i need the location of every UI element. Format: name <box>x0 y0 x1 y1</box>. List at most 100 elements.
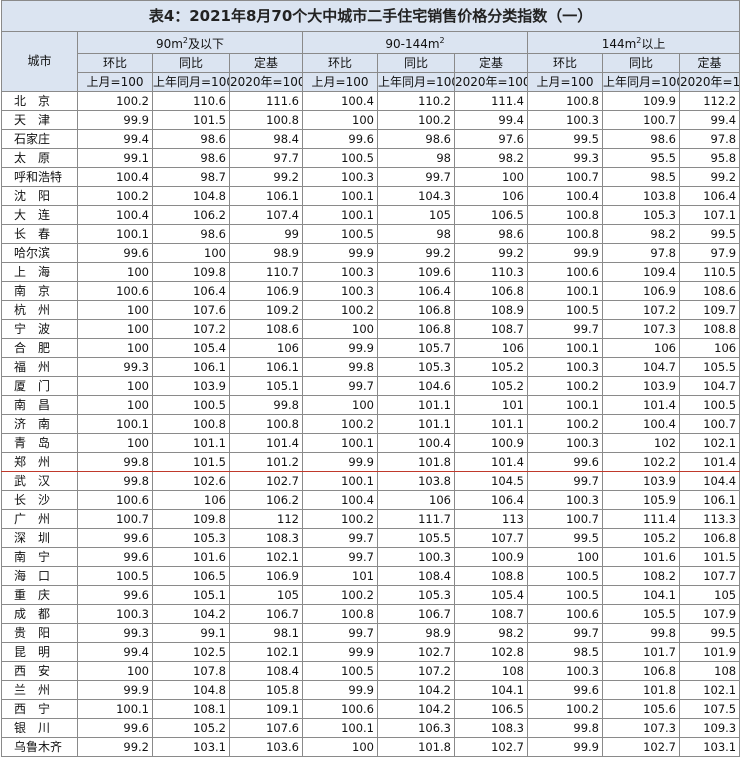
base-last-month: 上月=100 <box>527 72 603 92</box>
sub-header-fixed-base: 定基 <box>229 53 303 73</box>
index-value-cell: 102.1 <box>678 680 740 700</box>
index-value-cell: 101.1 <box>377 414 455 434</box>
index-value-cell: 105.3 <box>602 205 680 225</box>
city-cell: 太 原 <box>1 148 78 168</box>
base-last-month: 上月=100 <box>302 72 378 92</box>
base-year-2020: 2020年=100 <box>229 72 303 92</box>
index-value-cell: 98.9 <box>229 243 303 263</box>
index-value-cell: 101.8 <box>377 452 455 472</box>
index-value-cell: 99.6 <box>77 585 153 605</box>
index-value-cell: 101.4 <box>454 452 528 472</box>
table-row: 深 圳 99.6 105.3 108.3 99.7 105.5 107.7 99.5 105.2… <box>1 528 740 548</box>
index-value-cell: 101.6 <box>152 547 230 567</box>
index-value-cell: 105.5 <box>602 604 680 624</box>
index-value-cell: 105 <box>678 585 740 605</box>
index-value-cell: 99.8 <box>302 357 378 377</box>
index-value-cell: 109.3 <box>678 718 740 738</box>
index-value-cell: 100.2 <box>527 414 603 434</box>
index-value-cell: 100.5 <box>527 566 603 586</box>
index-value-cell: 107.3 <box>602 319 680 339</box>
index-value-cell: 109.9 <box>602 91 680 111</box>
index-value-cell: 100.5 <box>527 300 603 320</box>
index-value-cell: 107.4 <box>229 205 303 225</box>
city-cell: 武 汉 <box>1 471 78 491</box>
index-value-cell: 107.6 <box>152 300 230 320</box>
index-value-cell: 103.1 <box>678 737 740 757</box>
index-value-cell: 106.1 <box>229 186 303 206</box>
index-value-cell: 100.1 <box>527 395 603 415</box>
index-value-cell: 106.3 <box>377 718 455 738</box>
index-value-cell: 104.2 <box>377 699 455 719</box>
city-cell: 天 津 <box>1 110 78 130</box>
index-value-cell: 104.7 <box>602 357 680 377</box>
index-value-cell: 106 <box>454 338 528 358</box>
index-value-cell: 110.3 <box>454 262 528 282</box>
index-value-cell: 107.2 <box>152 319 230 339</box>
index-value-cell: 99.9 <box>527 737 603 757</box>
index-value-cell: 100 <box>302 319 378 339</box>
index-value-cell: 99.8 <box>602 623 680 643</box>
sub-header-fixed-base: 定基 <box>454 53 528 73</box>
index-value-cell: 99.8 <box>77 452 153 472</box>
index-value-cell: 102 <box>602 433 680 453</box>
city-cell: 乌鲁木齐 <box>1 737 78 757</box>
index-value-cell: 101.9 <box>678 642 740 662</box>
index-value-cell: 106.1 <box>678 490 740 510</box>
index-value-cell: 106 <box>377 490 455 510</box>
index-value-cell: 106.8 <box>602 661 680 681</box>
index-value-cell: 100.2 <box>302 509 378 529</box>
index-value-cell: 101.1 <box>152 433 230 453</box>
index-value-cell: 100.5 <box>77 566 153 586</box>
index-value-cell: 99.6 <box>77 528 153 548</box>
index-value-cell: 99.7 <box>302 376 378 396</box>
index-value-cell: 100.1 <box>302 186 378 206</box>
index-value-cell: 101.7 <box>602 642 680 662</box>
index-value-cell: 99.1 <box>77 148 153 168</box>
table-row: 长 沙 100.6 106 106.2 100.4 106 106.4 100.3 105.9 1… <box>1 490 740 510</box>
table-row: 西 宁 100.1 108.1 109.1 100.6 104.2 106.5 100.2 10… <box>1 699 740 719</box>
index-value-cell: 100.3 <box>77 604 153 624</box>
index-value-cell: 103.9 <box>602 471 680 491</box>
table-row: 合 肥 100 105.4 106 99.9 105.7 106 100.1 106 106 <box>1 338 740 358</box>
index-value-cell: 99.7 <box>377 167 455 187</box>
base-year-2020: 2020年=100 <box>454 72 528 92</box>
index-value-cell: 102.1 <box>229 547 303 567</box>
city-cell: 济 南 <box>1 414 78 434</box>
index-value-cell: 98.6 <box>602 129 680 149</box>
index-value-cell: 101.2 <box>229 452 303 472</box>
sub-header-yoy: 同比 <box>377 53 455 73</box>
table-row: 沈 阳 100.2 104.8 106.1 100.1 104.3 106 100.4 103.… <box>1 186 740 206</box>
index-value-cell: 101.4 <box>678 452 740 472</box>
index-value-cell: 102.1 <box>678 433 740 453</box>
index-value-cell: 99.7 <box>527 471 603 491</box>
city-cell: 广 州 <box>1 509 78 529</box>
index-value-cell: 107.1 <box>678 205 740 225</box>
index-value-cell: 95.5 <box>602 148 680 168</box>
index-value-cell: 100.8 <box>302 604 378 624</box>
index-value-cell: 102.6 <box>152 471 230 491</box>
index-value-cell: 109.8 <box>152 509 230 529</box>
index-value-cell: 99.4 <box>77 129 153 149</box>
index-value-cell: 99.8 <box>77 471 153 491</box>
index-value-cell: 100.8 <box>229 110 303 130</box>
index-value-cell: 99 <box>229 224 303 244</box>
index-value-cell: 100 <box>77 338 153 358</box>
index-value-cell: 103.6 <box>229 737 303 757</box>
sub-header-mom: 环比 <box>527 53 603 73</box>
index-value-cell: 100.8 <box>527 205 603 225</box>
index-value-cell: 106.8 <box>678 528 740 548</box>
index-value-cell: 107.8 <box>152 661 230 681</box>
city-cell: 福 州 <box>1 357 78 377</box>
index-value-cell: 113 <box>454 509 528 529</box>
index-value-cell: 99.7 <box>527 319 603 339</box>
index-value-cell: 100.3 <box>527 661 603 681</box>
group-header-under-90: 90m2及以下 <box>77 31 303 54</box>
city-cell: 兰 州 <box>1 680 78 700</box>
index-value-cell: 105.2 <box>454 376 528 396</box>
index-value-cell: 100.3 <box>527 490 603 510</box>
index-value-cell: 106.1 <box>229 357 303 377</box>
index-value-cell: 98.2 <box>454 623 528 643</box>
index-value-cell: 103.8 <box>377 471 455 491</box>
table-row: 太 原 99.1 98.6 97.7 100.5 98 98.2 99.3 95.5 95.8 <box>1 148 740 168</box>
index-value-cell: 99.2 <box>229 167 303 187</box>
